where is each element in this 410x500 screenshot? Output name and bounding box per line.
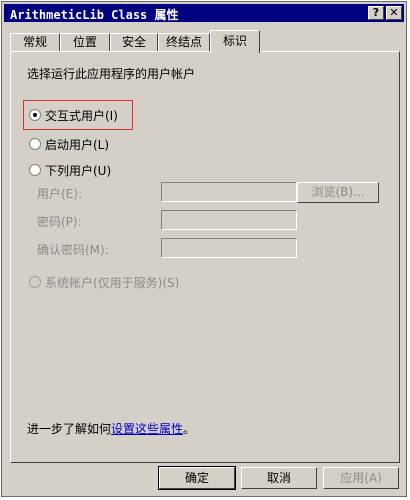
title-bar[interactable]: ArithmeticLib Class 属性 ? ✕ — [4, 4, 404, 22]
tab-security[interactable]: 安全 — [110, 33, 158, 52]
identity-heading: 选择运行此应用程序的用户帐户 — [27, 67, 196, 81]
radio-system-account-label[interactable]: 系统帐户(仅用于服务)(S) — [45, 274, 179, 291]
radio-dot — [33, 113, 37, 117]
tab-location[interactable]: 位置 — [60, 33, 110, 52]
close-button[interactable]: ✕ — [386, 6, 402, 20]
help-button[interactable]: ? — [368, 6, 384, 20]
browse-button[interactable]: 浏览(B)... — [297, 182, 379, 203]
help-icon: ? — [372, 6, 380, 19]
user-input[interactable] — [161, 182, 297, 202]
tab-general[interactable]: 常规 — [10, 33, 60, 52]
window-title: ArithmeticLib Class 属性 — [10, 8, 179, 22]
learn-more-prefix: 进一步了解如何 — [27, 422, 112, 436]
password-input[interactable] — [161, 210, 297, 230]
radio-this-user[interactable] — [29, 164, 41, 176]
radio-launching-user-label[interactable]: 启动用户(L) — [45, 136, 109, 153]
learn-more-link[interactable]: 设置这些属性 — [111, 422, 183, 436]
properties-dialog: ArithmeticLib Class 属性 ? ✕ 常规 位置 安全 终结点 … — [1, 1, 407, 497]
radio-this-user-label[interactable]: 下列用户(U) — [45, 162, 111, 179]
password-field-label: 密码(P): — [37, 215, 82, 229]
confirm-password-field-label: 确认密码(M): — [37, 243, 109, 257]
tab-strip: 常规 位置 安全 终结点 标识 — [10, 30, 400, 53]
close-icon: ✕ — [389, 6, 399, 19]
learn-more-suffix: 。 — [183, 422, 196, 436]
radio-interactive-user[interactable] — [29, 109, 41, 121]
radio-interactive-user-label[interactable]: 交互式用户(I) — [45, 107, 118, 124]
identity-panel: 选择运行此应用程序的用户帐户 交互式用户(I) 启动用户(L) 下列用户(U) … — [10, 51, 400, 463]
cancel-button[interactable]: 取消 — [241, 467, 317, 489]
radio-system-account[interactable] — [29, 276, 41, 288]
apply-button[interactable]: 应用(A) — [323, 467, 399, 489]
user-field-label: 用户(E): — [37, 187, 82, 201]
radio-launching-user[interactable] — [29, 138, 41, 150]
ok-button[interactable]: 确定 — [158, 466, 236, 490]
tab-identity[interactable]: 标识 — [210, 30, 260, 53]
tab-endpoints[interactable]: 终结点 — [158, 33, 210, 52]
learn-more-text: 进一步了解如何设置这些属性。 — [27, 420, 195, 437]
confirm-password-input[interactable] — [161, 238, 297, 258]
